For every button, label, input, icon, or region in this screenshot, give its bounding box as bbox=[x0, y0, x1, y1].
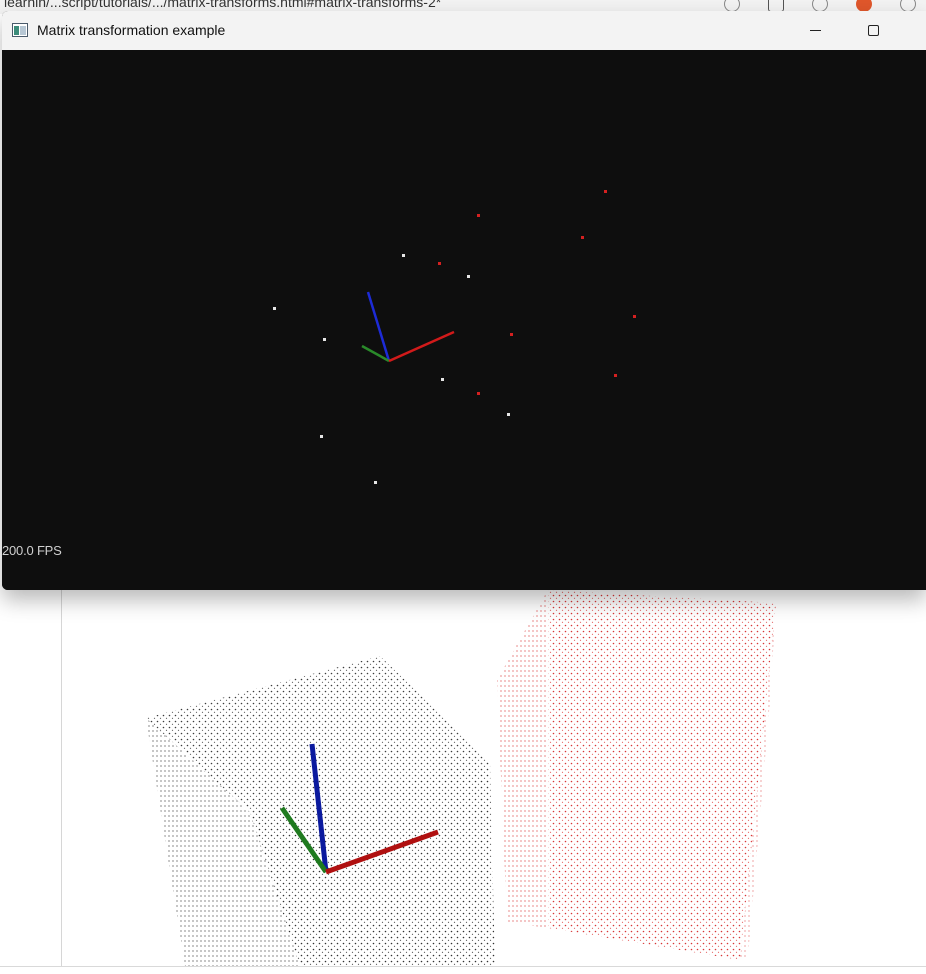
fps-counter: 200.0 FPS bbox=[2, 543, 62, 558]
minimize-icon bbox=[809, 30, 821, 31]
point bbox=[633, 315, 636, 318]
point bbox=[402, 254, 405, 257]
point bbox=[507, 413, 510, 416]
matrix-transformation-window[interactable]: Matrix transformation example 200.0 FPS bbox=[2, 11, 926, 590]
window-title: Matrix transformation example bbox=[37, 22, 226, 38]
point bbox=[510, 333, 513, 336]
point bbox=[441, 378, 444, 381]
maximize-icon bbox=[867, 25, 879, 36]
app-window-icon bbox=[12, 23, 28, 37]
point bbox=[438, 262, 441, 265]
point bbox=[477, 214, 480, 217]
point bbox=[614, 374, 617, 377]
maximize-button[interactable] bbox=[844, 11, 902, 50]
point bbox=[320, 435, 323, 438]
render-viewport[interactable] bbox=[2, 50, 926, 590]
transformed-cube-left-face bbox=[497, 590, 548, 928]
point bbox=[467, 275, 470, 278]
window-titlebar[interactable]: Matrix transformation example bbox=[2, 11, 926, 50]
point bbox=[604, 190, 607, 193]
point bbox=[323, 338, 326, 341]
point bbox=[581, 236, 584, 239]
point bbox=[273, 307, 276, 310]
minimize-button[interactable] bbox=[786, 11, 844, 50]
transformed-point-cube bbox=[497, 590, 776, 960]
point bbox=[477, 392, 480, 395]
transformed-cube-front-face bbox=[548, 590, 776, 960]
point bbox=[374, 481, 377, 484]
